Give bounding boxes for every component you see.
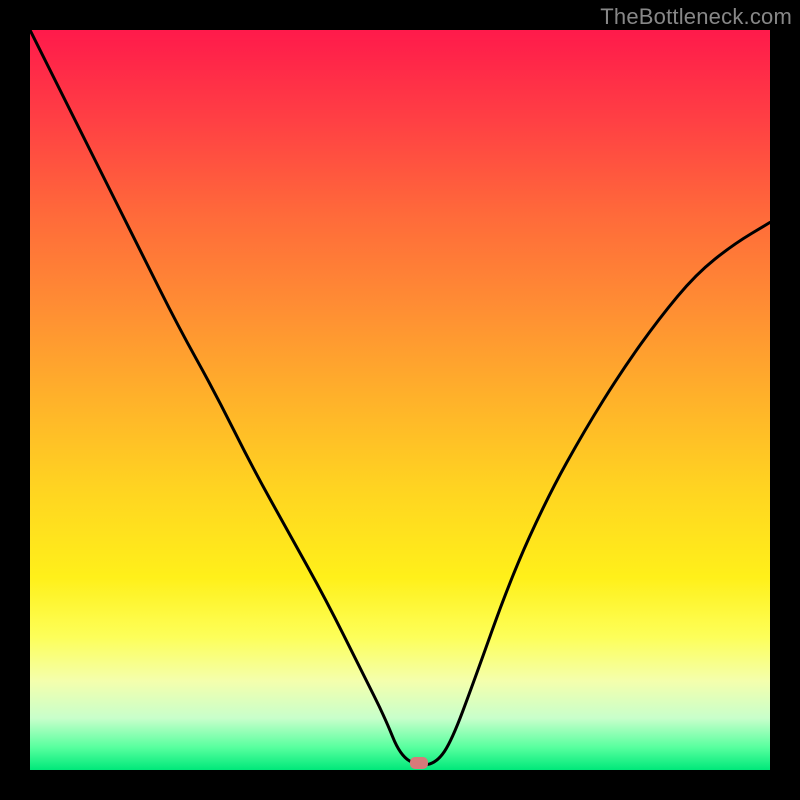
plot-area: [30, 30, 770, 770]
minimum-marker: [410, 757, 428, 769]
chart-frame: TheBottleneck.com: [0, 0, 800, 800]
watermark-text: TheBottleneck.com: [600, 4, 792, 30]
bottleneck-curve: [30, 30, 770, 770]
